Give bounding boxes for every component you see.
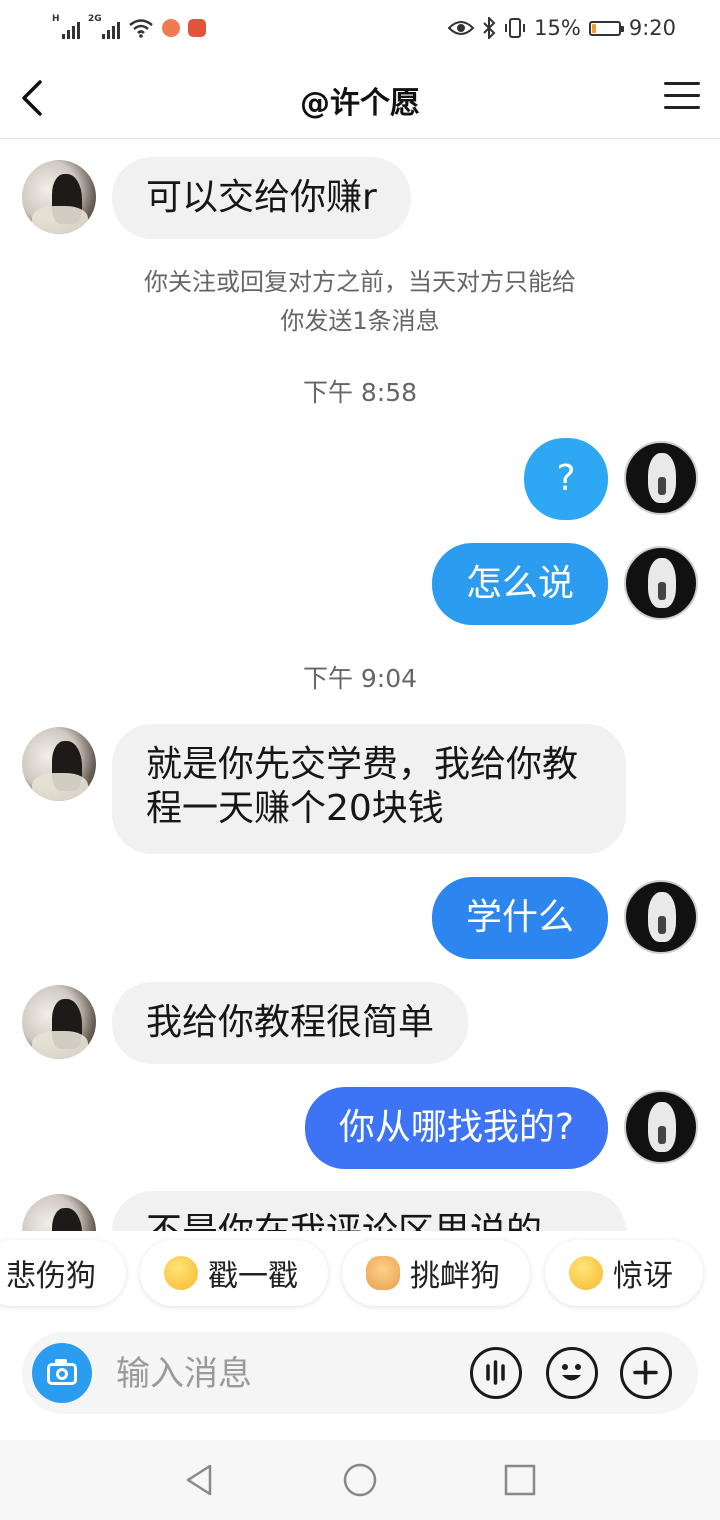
timestamp: 下午 9:04 — [302, 664, 418, 693]
sticker-label: 戳一戳 — [208, 1259, 298, 1294]
my-avatar[interactable] — [624, 880, 698, 954]
smiley-icon — [562, 1364, 581, 1381]
outgoing-message[interactable]: 怎么说 — [431, 543, 608, 625]
sticker-chip[interactable]: 悲伤狗 — [0, 1240, 126, 1306]
chat-header: @许个愿 — [0, 58, 720, 139]
nav-back-button[interactable] — [180, 1460, 220, 1500]
incoming-message[interactable]: 就是你先交学费，我给你教程一天赚个20块钱 — [112, 724, 626, 854]
poke-emoji-icon — [164, 1256, 198, 1290]
system-nav-bar — [0, 1440, 720, 1520]
follow-notice: 你关注或回复对方之前，当天对方只能给你发送1条消息 — [144, 268, 576, 335]
page-title[interactable]: @许个愿 — [0, 78, 720, 122]
triangle-back-icon — [186, 1464, 212, 1496]
square-recents-icon — [504, 1464, 536, 1496]
network-type-2-label: 2G — [88, 14, 102, 24]
app-notification-2-icon — [188, 19, 206, 37]
sticker-chip[interactable]: 戳一戳 — [140, 1240, 328, 1306]
message-composer — [22, 1332, 698, 1414]
my-avatar[interactable] — [624, 546, 698, 620]
incoming-message[interactable]: 不是你在我评论区里说的 — [112, 1191, 626, 1231]
cell-signal-2-icon: 2G — [88, 14, 120, 39]
sticker-chip[interactable]: 挑衅狗 — [342, 1240, 530, 1306]
nav-home-button[interactable] — [340, 1460, 380, 1500]
clock: 9:20 — [628, 16, 676, 40]
hamburger-menu-icon — [664, 82, 700, 109]
my-avatar[interactable] — [624, 441, 698, 515]
incoming-message[interactable]: 我给你教程很简单 — [112, 982, 469, 1064]
status-left-icons: H 2G — [52, 14, 206, 42]
timestamp: 下午 8:58 — [302, 378, 418, 407]
message-input[interactable] — [114, 1346, 458, 1402]
camera-button[interactable] — [32, 1343, 92, 1403]
sticker-suggestions: 悲伤狗 戳一戳 挑衅狗 惊讶 — [0, 1240, 720, 1310]
sticker-label: 惊讶 — [613, 1259, 673, 1294]
contact-avatar[interactable] — [22, 985, 96, 1059]
outgoing-message[interactable]: ? — [524, 438, 608, 520]
sticker-chip[interactable]: 惊讶 — [545, 1240, 703, 1306]
doge-emoji-icon — [366, 1256, 400, 1290]
eye-comfort-icon — [448, 21, 475, 35]
voice-wave-icon — [486, 1360, 505, 1385]
contact-avatar[interactable] — [22, 160, 96, 234]
my-avatar[interactable] — [624, 1090, 698, 1164]
voice-button[interactable] — [470, 1347, 522, 1399]
emoji-button[interactable] — [546, 1347, 598, 1399]
circle-home-icon — [343, 1463, 377, 1497]
surprised-emoji-icon — [569, 1256, 603, 1290]
outgoing-message[interactable]: 学什么 — [431, 877, 608, 959]
sticker-label: 挑衅狗 — [410, 1259, 500, 1294]
more-button[interactable] — [620, 1347, 672, 1399]
contact-avatar[interactable] — [22, 727, 96, 801]
status-right-icons: 15% 9:20 — [448, 14, 676, 42]
vibrate-icon — [505, 18, 526, 38]
menu-button[interactable] — [664, 82, 700, 112]
message-list[interactable]: 可以交给你赚r 你关注或回复对方之前，当天对方只能给你发送1条消息 下午 8:5… — [0, 139, 720, 1231]
contact-avatar[interactable] — [22, 1194, 96, 1231]
status-bar: H 2G 15% 9:20 — [0, 0, 720, 58]
battery-percent: 15% — [534, 16, 581, 40]
incoming-message[interactable]: 可以交给你赚r — [112, 157, 411, 239]
plus-icon — [633, 1360, 658, 1385]
nav-recents-button[interactable] — [500, 1460, 540, 1500]
outgoing-message[interactable]: 你从哪找我的? — [304, 1087, 608, 1169]
battery-icon — [588, 20, 624, 36]
app-notification-icon — [162, 19, 180, 37]
cell-signal-icon: H — [52, 14, 80, 39]
network-type-label: H — [52, 14, 60, 24]
bluetooth-icon — [483, 17, 496, 39]
wifi-icon — [129, 19, 153, 38]
sticker-label: 悲伤狗 — [6, 1259, 96, 1294]
